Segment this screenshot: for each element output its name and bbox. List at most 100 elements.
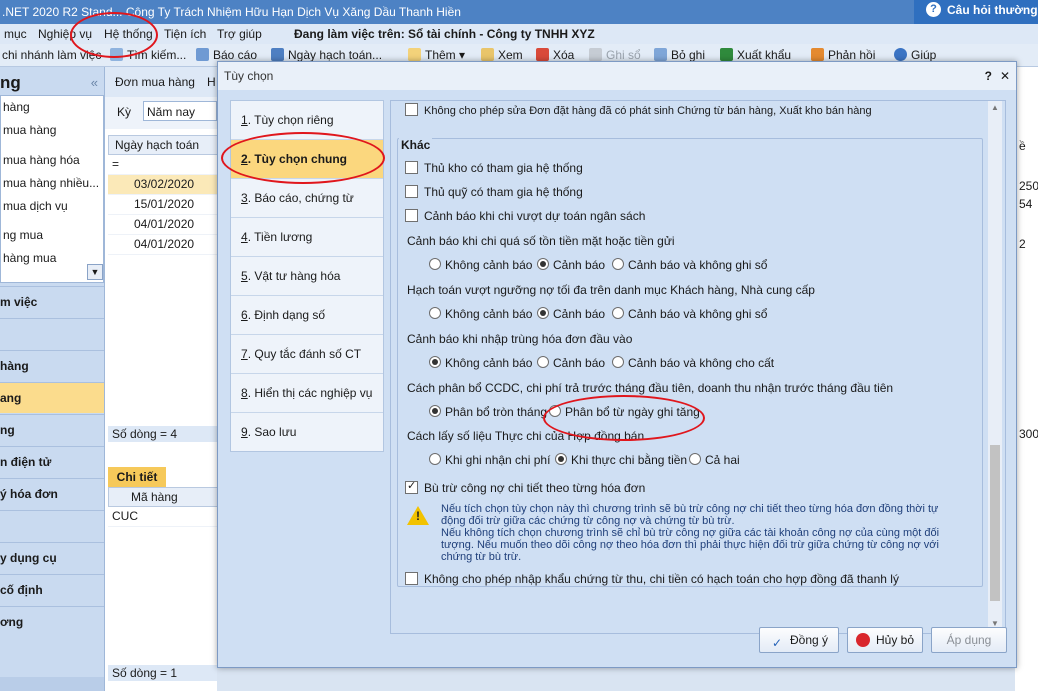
table-row[interactable]: 03/02/2020 (108, 175, 217, 195)
category-item-9[interactable]: 9. Sao lưu (231, 413, 383, 451)
category-item-2[interactable]: 2. Tùy chọn chung (231, 140, 383, 179)
radio-q3-none[interactable]: Không cảnh báo (429, 356, 532, 370)
nav-list-item[interactable]: mua hàng nhiều... (3, 176, 99, 190)
checkbox[interactable] (405, 209, 418, 222)
nav-list-item[interactable]: mua hàng hóa (3, 153, 80, 167)
radio[interactable] (429, 258, 441, 270)
nav-group[interactable]: ng (0, 414, 104, 445)
radio[interactable] (537, 356, 549, 368)
radio[interactable] (429, 307, 441, 319)
nav-list-item[interactable]: hàng mua (3, 251, 56, 265)
nav-group[interactable] (0, 510, 104, 541)
category-item-3[interactable]: 3. Báo cáo, chứng từ (231, 179, 383, 218)
radio[interactable] (537, 258, 549, 270)
filter-row[interactable]: = (108, 155, 217, 175)
ok-button[interactable]: ✓ Đồng ý (759, 627, 839, 653)
checkbox[interactable] (405, 479, 418, 494)
dialog-close-icon[interactable]: ✕ (1000, 62, 1010, 90)
radio-q3-warn-nosave[interactable]: Cảnh báo và không cho cất (612, 356, 774, 370)
branch-button[interactable]: chi nhánh làm việc (2, 45, 101, 65)
nav-list-item[interactable]: mua hàng (3, 123, 56, 137)
radio-q1-warn-nopost[interactable]: Cảnh báo và không ghi sổ (612, 258, 767, 272)
category-item-8[interactable]: 8. Hiển thị các nghiệp vụ (231, 374, 383, 413)
scroll-thumb[interactable] (990, 445, 1000, 601)
radio[interactable] (689, 453, 701, 465)
content-scrollbar[interactable]: ▲ ▼ (988, 101, 1002, 633)
radio[interactable] (429, 356, 441, 368)
apply-button[interactable]: Áp dụng (931, 627, 1007, 653)
radio[interactable] (549, 405, 561, 417)
menu-item-tro-giup[interactable]: Trợ giúp (217, 25, 262, 43)
radio[interactable] (612, 307, 624, 319)
nav-group[interactable]: hàng (0, 350, 104, 381)
column-header-posting-date[interactable]: Ngày hạch toán (108, 135, 219, 155)
radio-q5-expense[interactable]: Khi ghi nhận chi phí (429, 453, 550, 467)
option-cashier[interactable]: Thủ quỹ có tham gia hệ thống (405, 185, 583, 199)
tab-second[interactable]: H (207, 75, 216, 89)
radio[interactable] (429, 405, 441, 417)
nav-group[interactable]: m việc (0, 286, 104, 317)
tab-purchase-order[interactable]: Đơn mua hàng (115, 75, 195, 89)
nav-group[interactable]: cố định (0, 574, 104, 605)
nav-group[interactable]: ý hóa đơn (0, 478, 104, 509)
radio[interactable] (537, 307, 549, 319)
nav-list-item[interactable]: ng mua (3, 228, 43, 242)
radio-q2-none[interactable]: Không cảnh báo (429, 307, 532, 321)
category-item-7[interactable]: 7. Quy tắc đánh số CT (231, 335, 383, 374)
checkbox[interactable] (405, 103, 418, 116)
radio-label: Phân bổ tròn tháng (445, 405, 548, 419)
category-item-1[interactable]: 1. Tùy chọn riêng (231, 101, 383, 140)
scroll-up-icon[interactable]: ▲ (990, 103, 1000, 113)
table-row[interactable]: CUC (108, 507, 217, 527)
radio[interactable] (555, 453, 567, 465)
menu-item-tien-ich[interactable]: Tiện ích (164, 25, 206, 43)
nav-group[interactable]: ơng (0, 606, 104, 637)
nav-group[interactable] (0, 318, 104, 349)
category-item-4[interactable]: 4. Tiền lương (231, 218, 383, 257)
radio-q2-warn[interactable]: Cảnh báo (537, 307, 605, 321)
collapse-icon[interactable]: « (91, 71, 98, 95)
checkbox[interactable] (405, 161, 418, 174)
menu-item-nghiep-vu[interactable]: Nghiệp vụ (38, 25, 92, 43)
radio[interactable] (612, 258, 624, 270)
nav-group-active[interactable]: ang (0, 382, 104, 413)
radio-q1-warn[interactable]: Cảnh báo (537, 258, 605, 272)
menu-item-he-thong[interactable]: Hệ thống (104, 25, 153, 43)
dropdown-arrow-icon[interactable]: ▼ (87, 264, 103, 280)
radio-q5-cash[interactable]: Khi thực chi bằng tiền (555, 453, 687, 467)
category-item-6[interactable]: 6. Định dạng số (231, 296, 383, 335)
radio-q1-none[interactable]: Không cảnh báo (429, 258, 532, 272)
note-line: động đối trừ giữa các chứng từ công nợ v… (441, 515, 735, 527)
category-item-5[interactable]: 5. Vật tư hàng hóa (231, 257, 383, 296)
cancel-button[interactable]: Hủy bỏ (847, 627, 923, 653)
option-offset-by-invoice[interactable]: Bù trừ công nợ chi tiết theo từng hóa đơ… (405, 479, 645, 495)
checkbox[interactable] (405, 572, 418, 585)
tab-detail[interactable]: Chi tiết (108, 467, 166, 487)
faq-button[interactable]: ?Câu hỏi thường g (914, 0, 1038, 37)
option-no-import-liquidated[interactable]: Không cho phép nhập khẩu chứng từ thu, c… (405, 572, 899, 586)
nav-group[interactable]: y dụng cụ (0, 542, 104, 573)
radio-q2-warn-nopost[interactable]: Cảnh báo và không ghi sổ (612, 307, 767, 321)
radio-q4-full-month[interactable]: Phân bổ tròn tháng (429, 405, 547, 419)
column-header-item-code[interactable]: Mã hàng (108, 487, 219, 507)
checkbox[interactable] (405, 185, 418, 198)
search-button[interactable]: Tìm kiếm... (110, 45, 186, 65)
radio[interactable] (612, 356, 624, 368)
option-no-edit-order[interactable]: Không cho phép sửa Đơn đặt hàng đã có ph… (405, 103, 872, 117)
table-row[interactable]: 04/01/2020 (108, 235, 217, 255)
table-row[interactable]: 15/01/2020 (108, 195, 217, 215)
table-row[interactable]: 04/01/2020 (108, 215, 217, 235)
nav-list-item[interactable]: hàng (3, 100, 30, 114)
radio-q5-both[interactable]: Cả hai (689, 453, 740, 467)
radio-q4-from-date[interactable]: Phân bổ từ ngày ghi tăng (549, 405, 700, 419)
dialog-help-icon[interactable]: ? (985, 62, 992, 90)
radio[interactable] (429, 453, 441, 465)
period-select[interactable]: Năm nay (143, 101, 217, 121)
option-warehouse-keeper[interactable]: Thủ kho có tham gia hệ thống (405, 161, 583, 175)
menu-item-danh-muc[interactable]: mục (4, 25, 27, 43)
radio-q3-warn[interactable]: Cảnh báo (537, 356, 605, 370)
nav-list-item[interactable]: mua dịch vụ (3, 199, 68, 213)
period-filter: Kỳ Năm nay (105, 97, 217, 129)
option-budget-warning[interactable]: Cảnh báo khi chi vượt dự toán ngân sách (405, 209, 645, 223)
nav-group[interactable]: n điện tử (0, 446, 104, 477)
